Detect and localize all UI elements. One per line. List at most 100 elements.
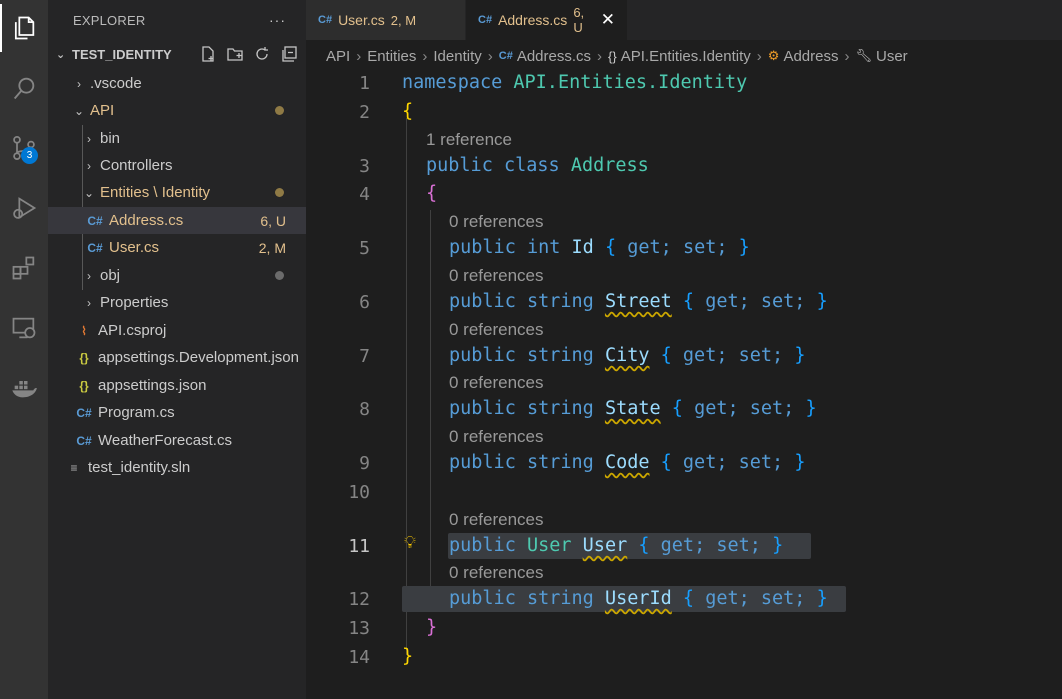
code-line: {	[426, 183, 438, 204]
namespace-icon: {}	[608, 48, 617, 64]
line-number: 7	[359, 346, 370, 367]
json-file-icon: {}	[79, 350, 89, 365]
code-lens-references[interactable]: 0 references	[449, 266, 544, 286]
tree-item-address-cs[interactable]: C# Address.cs 6, U	[48, 207, 306, 234]
property-name: UserId	[604, 588, 672, 609]
source-control-icon[interactable]: 3	[0, 124, 48, 172]
tree-item-weatherforecast-cs[interactable]: C# WeatherForecast.cs	[48, 427, 306, 454]
editor-tabs: C# User.cs 2, M C# Address.cs 6, U ✕	[306, 0, 1062, 40]
chevron-right-icon: ›	[87, 158, 91, 173]
keyword-public: public	[449, 345, 516, 366]
line-number: 11	[348, 536, 370, 557]
tree-item-user-cs[interactable]: C# User.cs 2, M	[48, 234, 306, 261]
tree-item-test-identity-sln[interactable]: ≡ test_identity.sln	[48, 454, 306, 481]
tree-item-controllers[interactable]: › Controllers	[48, 152, 306, 179]
breadcrumb-entities[interactable]: Entities	[367, 48, 416, 65]
tree-item-label: Properties	[100, 294, 169, 311]
keyword-string: string	[526, 291, 594, 312]
property-name: City	[604, 345, 650, 366]
search-icon[interactable]	[0, 64, 48, 112]
keyword-set: set;	[716, 535, 761, 556]
keyword-string: string	[526, 345, 594, 366]
tree-item-label: API.csproj	[98, 322, 167, 339]
property-name: State	[604, 398, 661, 419]
line-number: 2	[359, 102, 370, 123]
line-number: 8	[359, 399, 370, 420]
keyword-public: public	[426, 155, 493, 176]
breadcrumb-file[interactable]: Address.cs	[517, 48, 591, 65]
docker-icon[interactable]	[0, 364, 48, 412]
breadcrumb-namespace[interactable]: API.Entities.Identity	[621, 48, 751, 65]
code-editor[interactable]: 1 2 3 4 5 6 7 8 9 10 11 12 13 14 1 refer…	[306, 72, 1062, 699]
explorer-icon[interactable]	[0, 4, 48, 52]
keyword-public: public	[449, 291, 516, 312]
tree-item-bin[interactable]: › bin	[48, 125, 306, 152]
file-tree: › .vscode ⌄ API › bin › Controllers ⌄ En…	[48, 0, 306, 699]
code-lens-references[interactable]: 0 references	[449, 212, 544, 232]
explorer-sidebar: EXPLORER ··· ⌄ TEST_IDENTITY › .vscode ⌄…	[48, 0, 306, 699]
tree-item-vscode[interactable]: › .vscode	[48, 70, 306, 97]
breadcrumb-class[interactable]: Address	[783, 48, 838, 65]
code-lens-references[interactable]: 1 reference	[426, 130, 512, 150]
code-lens-references[interactable]: 0 references	[449, 563, 544, 583]
code-lens-references[interactable]: 0 references	[449, 510, 544, 530]
code-line: public string UserId { get; set; }	[449, 588, 828, 609]
tree-item-properties[interactable]: › Properties	[48, 289, 306, 316]
tree-item-label: WeatherForecast.cs	[98, 432, 232, 449]
line-number: 4	[359, 184, 370, 205]
breadcrumb: API › Entities › Identity › C# Address.c…	[306, 40, 1062, 72]
git-status: 6, U	[260, 212, 286, 229]
chevron-right-icon: ›	[844, 47, 850, 65]
tree-item-label: Controllers	[100, 157, 173, 174]
code-line: public string City { get; set; }	[449, 345, 806, 366]
breadcrumb-identity[interactable]: Identity	[433, 48, 481, 65]
line-number: 10	[348, 482, 370, 503]
lightbulb-icon[interactable]: 💡︎	[404, 533, 416, 553]
keyword-set: set;	[738, 345, 784, 366]
rss-icon: ⌇	[81, 323, 87, 338]
breadcrumb-member[interactable]: User	[876, 48, 908, 65]
line-number: 13	[348, 618, 370, 639]
csharp-file-icon: C#	[87, 213, 103, 228]
tab-user-cs[interactable]: C# User.cs 2, M	[306, 0, 466, 40]
keyword-set: set;	[738, 452, 784, 473]
tree-item-appsettings-json[interactable]: {} appsettings.json	[48, 372, 306, 399]
keyword-public: public	[449, 398, 516, 419]
keyword-get: get;	[694, 398, 739, 419]
keyword-public: public	[449, 588, 516, 609]
tab-address-cs[interactable]: C# Address.cs 6, U ✕	[466, 0, 628, 40]
code-lens-references[interactable]: 0 references	[449, 373, 544, 393]
tree-item-entities-identity[interactable]: ⌄ Entities \ Identity	[48, 179, 306, 206]
keyword-get: get;	[627, 237, 672, 258]
property-name: Street	[604, 291, 672, 312]
csharp-file-icon: C#	[87, 240, 103, 255]
keyword-get: get;	[682, 345, 728, 366]
tree-item-api-csproj[interactable]: ⌇ API.csproj	[48, 317, 306, 344]
git-status: 2, M	[258, 239, 286, 256]
keyword-string: string	[526, 588, 594, 609]
tree-item-program-cs[interactable]: C# Program.cs	[48, 399, 306, 426]
code-line: public int Id { get; set; }	[449, 237, 750, 258]
tree-item-label: appsettings.json	[98, 377, 207, 394]
csharp-file-icon: C#	[478, 14, 493, 26]
tree-item-appsettings-development-json[interactable]: {} appsettings.Development.json	[48, 344, 306, 371]
tab-label: User.cs	[338, 12, 385, 28]
remote-explorer-icon[interactable]	[0, 304, 48, 352]
indent-guide	[430, 210, 431, 612]
extensions-icon[interactable]	[0, 244, 48, 292]
keyword-set: set;	[760, 588, 806, 609]
keyword-string: string	[526, 452, 594, 473]
tree-item-label: Program.cs	[98, 404, 175, 421]
line-number: 12	[348, 589, 370, 610]
csharp-file-icon: C#	[76, 405, 92, 420]
tab-status: 2, M	[390, 12, 417, 28]
tree-item-obj[interactable]: › obj	[48, 262, 306, 289]
code-lens-references[interactable]: 0 references	[449, 427, 544, 447]
breadcrumb-api[interactable]: API	[326, 48, 350, 65]
chevron-down-icon: ⌄	[83, 185, 95, 200]
tree-item-api[interactable]: ⌄ API	[48, 97, 306, 124]
close-icon[interactable]: ✕	[601, 10, 615, 30]
keyword-set: set;	[682, 237, 728, 258]
code-lens-references[interactable]: 0 references	[449, 320, 544, 340]
run-debug-icon[interactable]	[0, 184, 48, 232]
